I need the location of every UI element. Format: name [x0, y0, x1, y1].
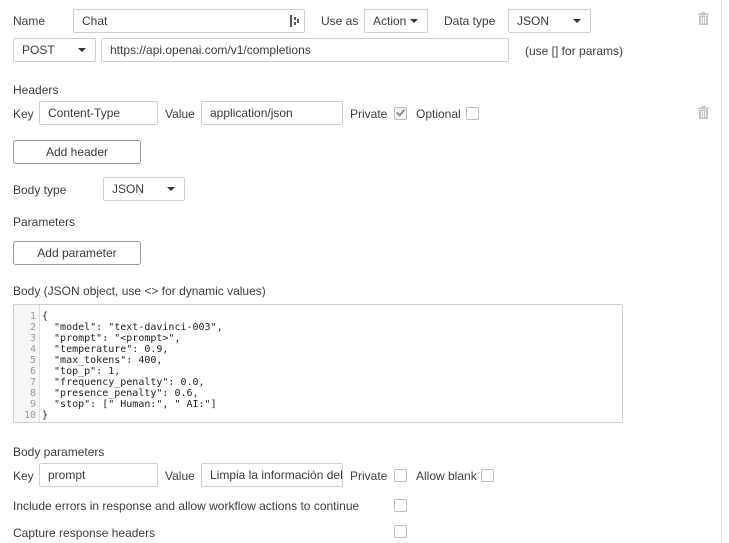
headers-section-label: Headers	[13, 83, 59, 97]
data-type-value: JSON	[517, 14, 550, 28]
code-line-text: {	[42, 311, 49, 322]
code-line: 2 "model": "text-davinci-003",	[14, 322, 622, 333]
code-line-text: "model": "text-davinci-003",	[42, 322, 223, 333]
use-as-label: Use as	[321, 14, 359, 28]
code-line-text: "max_tokens": 400,	[42, 355, 163, 366]
trash-icon[interactable]	[698, 12, 709, 25]
panel-divider	[721, 0, 722, 543]
capture-headers-checkbox[interactable]	[394, 525, 407, 538]
code-line-number: 9	[29, 399, 36, 410]
code-line-number: 4	[29, 344, 36, 355]
header-value-value: application/json	[210, 106, 293, 120]
code-line: 1{	[14, 311, 622, 322]
trash-icon[interactable]	[698, 106, 709, 119]
code-line-number: 1	[29, 311, 36, 322]
url-hint: (use [] for params)	[525, 44, 624, 58]
header-key-input[interactable]: Content-Type	[39, 101, 158, 125]
body-param-allow-blank-label: Allow blank	[416, 469, 477, 483]
chevron-down-icon	[78, 48, 86, 52]
parameters-section-label: Parameters	[13, 215, 76, 229]
code-line-number: 3	[29, 333, 36, 344]
body-parameters-section-label: Body parameters	[13, 445, 105, 459]
header-optional-checkbox[interactable]	[466, 107, 479, 120]
body-param-key-value: prompt	[48, 468, 86, 482]
dynamic-insert-icon[interactable]	[290, 15, 300, 27]
data-type-label: Data type	[444, 14, 496, 28]
header-private-label: Private	[350, 107, 388, 121]
use-as-select[interactable]: Action	[364, 9, 428, 33]
code-line-text: "prompt": "<prompt>",	[42, 333, 181, 344]
header-value-input[interactable]: application/json	[201, 101, 343, 125]
code-line: 9 "stop": [" Human:", " AI:"]	[14, 399, 622, 410]
code-line-number: 8	[29, 388, 36, 399]
body-label: Body (JSON object, use <> for dynamic va…	[13, 284, 266, 298]
code-line-number: 6	[29, 366, 36, 377]
code-line: 7 "frequency_penalty": 0.0,	[14, 377, 622, 388]
method-value: POST	[22, 43, 55, 57]
body-param-private-label: Private	[350, 469, 388, 483]
header-optional-label: Optional	[416, 107, 461, 121]
code-line: 5 "max_tokens": 400,	[14, 355, 622, 366]
method-select[interactable]: POST	[13, 38, 96, 62]
capture-headers-label: Capture response headers	[13, 526, 156, 540]
body-type-label: Body type	[13, 183, 67, 197]
code-line: 6 "top_p": 1,	[14, 366, 622, 377]
data-type-select[interactable]: JSON	[508, 9, 591, 33]
name-label: Name	[13, 14, 46, 28]
code-line-number: 10	[23, 410, 36, 421]
body-param-value-value: Limpia la información del	[210, 468, 343, 482]
url-input-value: https://api.openai.com/v1/completions	[110, 43, 311, 57]
add-parameter-button[interactable]: Add parameter	[13, 241, 141, 265]
chevron-down-icon	[573, 19, 581, 23]
body-param-value-input[interactable]: Limpia la información del	[201, 463, 343, 487]
body-param-allow-blank-checkbox[interactable]	[481, 469, 494, 482]
code-line-text: "frequency_penalty": 0.0,	[42, 377, 205, 388]
code-line-text: "stop": [" Human:", " AI:"]	[42, 399, 217, 410]
name-input[interactable]: Chat	[73, 9, 305, 33]
header-key-value: Content-Type	[48, 106, 121, 120]
body-param-private-checkbox[interactable]	[394, 469, 407, 482]
use-as-value: Action	[373, 14, 407, 28]
code-line-text: "top_p": 1,	[42, 366, 121, 377]
code-line-number: 2	[29, 322, 36, 333]
chevron-down-icon	[410, 19, 418, 23]
code-line: 10}	[14, 410, 622, 421]
code-line-text: "temperature": 0.9,	[42, 344, 169, 355]
code-line-number: 5	[29, 355, 36, 366]
body-type-select[interactable]: JSON	[103, 177, 185, 201]
code-line-number: 7	[29, 377, 36, 388]
check-icon	[396, 107, 405, 117]
body-param-key-label: Key	[13, 469, 34, 483]
add-header-button[interactable]: Add header	[13, 140, 141, 164]
body-type-value: JSON	[112, 182, 145, 196]
body-code-editor[interactable]: 1{2 "model": "text-davinci-003", 3 "promp…	[13, 304, 623, 423]
header-private-checkbox[interactable]	[394, 107, 407, 120]
code-line: 4 "temperature": 0.9,	[14, 344, 622, 355]
include-errors-checkbox[interactable]	[394, 499, 407, 512]
header-value-label: Value	[165, 107, 195, 121]
url-input[interactable]: https://api.openai.com/v1/completions	[101, 38, 509, 62]
header-key-label: Key	[13, 107, 34, 121]
code-line-text: }	[42, 410, 49, 421]
name-input-value: Chat	[82, 14, 108, 28]
body-param-value-label: Value	[165, 469, 195, 483]
code-line: 3 "prompt": "<prompt>",	[14, 333, 622, 344]
body-param-key-input[interactable]: prompt	[39, 463, 158, 487]
code-line: 8 "presence_penalty": 0.6,	[14, 388, 622, 399]
code-line-text: "presence_penalty": 0.6,	[42, 388, 199, 399]
include-errors-label: Include errors in response and allow wor…	[13, 499, 360, 513]
chevron-down-icon	[167, 187, 175, 191]
